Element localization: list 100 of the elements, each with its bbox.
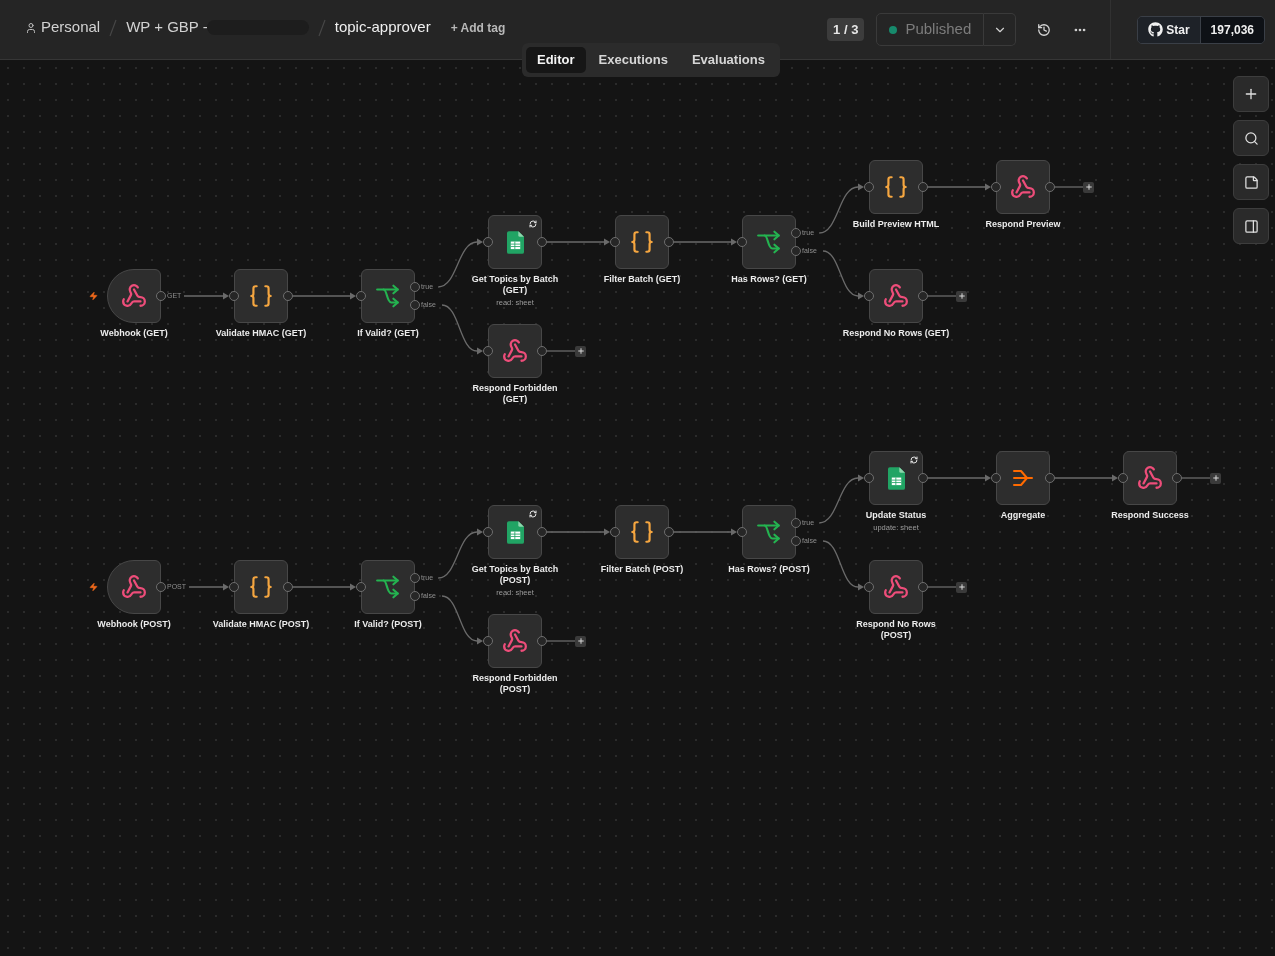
workflow-node[interactable] [488, 215, 542, 269]
refresh-icon [529, 220, 537, 228]
workflow-node[interactable] [1123, 451, 1177, 505]
output-handle[interactable] [537, 636, 547, 646]
output-handle[interactable] [283, 582, 293, 592]
connection-line [927, 295, 957, 297]
add-node-button[interactable] [575, 635, 586, 647]
connection-line [822, 250, 864, 300]
breadcrumb-link[interactable]: Personal [41, 16, 101, 39]
view-tab[interactable]: Evaluations [680, 47, 776, 73]
output-handle[interactable] [1045, 182, 1055, 192]
output-handle[interactable] [918, 291, 928, 301]
workflow-node[interactable] [869, 269, 923, 323]
output-handle[interactable] [537, 527, 547, 537]
input-handle[interactable] [991, 182, 1001, 192]
side-panel-button[interactable] [1233, 208, 1269, 244]
workflow-node[interactable] [488, 324, 542, 378]
node-label: Get Topics by Batch (POST) [470, 564, 560, 586]
output-handle[interactable] [664, 237, 674, 247]
workflow-node[interactable] [742, 505, 796, 559]
output-handle[interactable] [156, 291, 166, 301]
node-label: Respond Forbidden (GET) [471, 383, 559, 405]
input-handle[interactable] [229, 291, 239, 301]
add-node-button[interactable] [1210, 472, 1221, 484]
branch-arrows-icon [756, 230, 782, 254]
input-handle[interactable] [737, 527, 747, 537]
connection-line [546, 528, 610, 536]
workflow-name[interactable]: topic-approver [334, 16, 431, 39]
workflow-node[interactable] [488, 505, 542, 559]
input-handle[interactable] [483, 527, 493, 537]
workflow-node[interactable] [996, 160, 1050, 214]
zoom-in-button[interactable] [1233, 76, 1269, 112]
connection-line [1054, 186, 1084, 188]
input-handle[interactable] [483, 237, 493, 247]
input-handle[interactable] [356, 291, 366, 301]
connection-line [1181, 477, 1211, 479]
node-label: Get Topics by Batch (GET) [470, 274, 560, 296]
spreadsheet-icon [887, 466, 905, 490]
search-button[interactable] [1233, 120, 1269, 156]
input-handle[interactable] [864, 291, 874, 301]
braces-icon [629, 519, 655, 545]
input-handle[interactable] [991, 473, 1001, 483]
input-handle[interactable] [737, 237, 747, 247]
braces-icon [883, 174, 909, 200]
input-handle[interactable] [864, 182, 874, 192]
workflow-node[interactable] [869, 160, 923, 214]
node-label: Has Rows? (POST) [728, 564, 810, 575]
github-star-button[interactable]: Star [1138, 16, 1200, 43]
input-handle[interactable] [229, 582, 239, 592]
output-handle[interactable] [918, 473, 928, 483]
sticky-note-icon [1243, 174, 1259, 190]
add-node-button[interactable] [956, 290, 967, 302]
output-handle[interactable] [664, 527, 674, 537]
workflow-node[interactable] [615, 215, 669, 269]
workflow-node[interactable] [234, 560, 288, 614]
workflow-node[interactable] [742, 215, 796, 269]
spreadsheet-icon [506, 520, 524, 544]
input-handle[interactable] [483, 636, 493, 646]
add-tag-link[interactable]: + Add tag [450, 18, 506, 37]
input-handle[interactable] [356, 582, 366, 592]
output-handle[interactable] [283, 291, 293, 301]
input-handle[interactable] [864, 582, 874, 592]
add-node-button[interactable] [956, 581, 967, 593]
output-handle[interactable] [537, 346, 547, 356]
workflow-node[interactable] [869, 451, 923, 505]
add-node-button[interactable] [1083, 181, 1094, 193]
output-handle[interactable] [1045, 473, 1055, 483]
publish-button[interactable]: Published [876, 13, 985, 46]
sticky-note-button[interactable] [1233, 164, 1269, 200]
output-handle[interactable] [918, 582, 928, 592]
workflow-node[interactable] [488, 614, 542, 668]
connection-line [673, 238, 737, 246]
node-label: Respond Forbidden (POST) [471, 673, 559, 695]
view-tab[interactable]: Editor [526, 47, 586, 73]
workflow-node[interactable] [107, 560, 161, 614]
workflow-node[interactable] [234, 269, 288, 323]
input-handle[interactable] [483, 346, 493, 356]
input-handle[interactable] [864, 473, 874, 483]
output-handle[interactable] [1172, 473, 1182, 483]
output-handle[interactable] [156, 582, 166, 592]
view-tab[interactable]: Executions [587, 47, 679, 73]
output-handle[interactable] [537, 237, 547, 247]
workflow-node[interactable] [361, 269, 415, 323]
workflow-node[interactable] [996, 451, 1050, 505]
workflow-node[interactable] [869, 560, 923, 614]
breadcrumb-link[interactable]: WP + GBP - [126, 16, 208, 39]
workflow-node[interactable] [107, 269, 161, 323]
add-node-button[interactable] [575, 345, 586, 357]
input-handle[interactable] [1118, 473, 1128, 483]
input-handle[interactable] [610, 527, 620, 537]
output-handle[interactable] [918, 182, 928, 192]
input-handle[interactable] [610, 237, 620, 247]
connection-line [183, 292, 229, 300]
refresh-icon [529, 510, 537, 518]
connection-line [546, 640, 576, 642]
star-count[interactable]: 197,036 [1199, 16, 1264, 43]
workflow-node[interactable] [361, 560, 415, 614]
webhook-icon [121, 283, 147, 309]
braces-icon [248, 574, 274, 600]
workflow-node[interactable] [615, 505, 669, 559]
